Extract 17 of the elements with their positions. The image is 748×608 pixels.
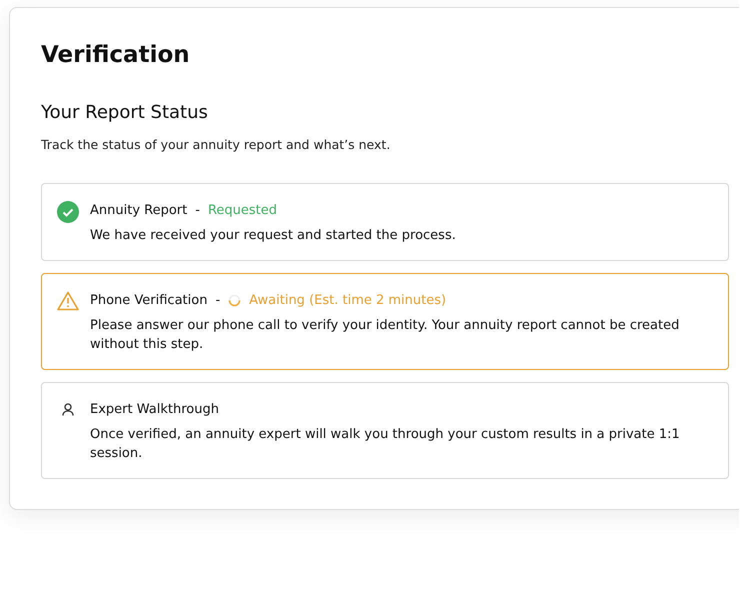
spinner-icon bbox=[228, 294, 242, 307]
separator: - bbox=[215, 292, 220, 310]
person-icon bbox=[62, 403, 74, 416]
section-heading: Your Report Status bbox=[41, 102, 209, 123]
step-description: Once verified, an annuity expert will walk you through your custom results in a private 1:1 session. bbox=[90, 426, 681, 463]
step-name: Annuity Report bbox=[90, 202, 188, 220]
page-title: Verification bbox=[41, 42, 191, 68]
step-name: Phone Verification bbox=[90, 292, 208, 310]
separator: - bbox=[195, 202, 200, 220]
step-description: We have received your request and started the process. bbox=[90, 227, 456, 245]
warning-icon bbox=[57, 291, 79, 311]
step-name: Expert Walkthrough bbox=[90, 401, 219, 419]
step-status: Requested bbox=[208, 202, 278, 220]
step-description: Please answer our phone call to verify your identity. Your annuity report cannot be created without this step. bbox=[90, 317, 680, 354]
check-icon bbox=[57, 201, 79, 223]
section-description: Track the status of your annuity report and what’s next. bbox=[41, 137, 392, 152]
step-status: Awaiting (Est. time 2 minutes) bbox=[249, 292, 446, 310]
